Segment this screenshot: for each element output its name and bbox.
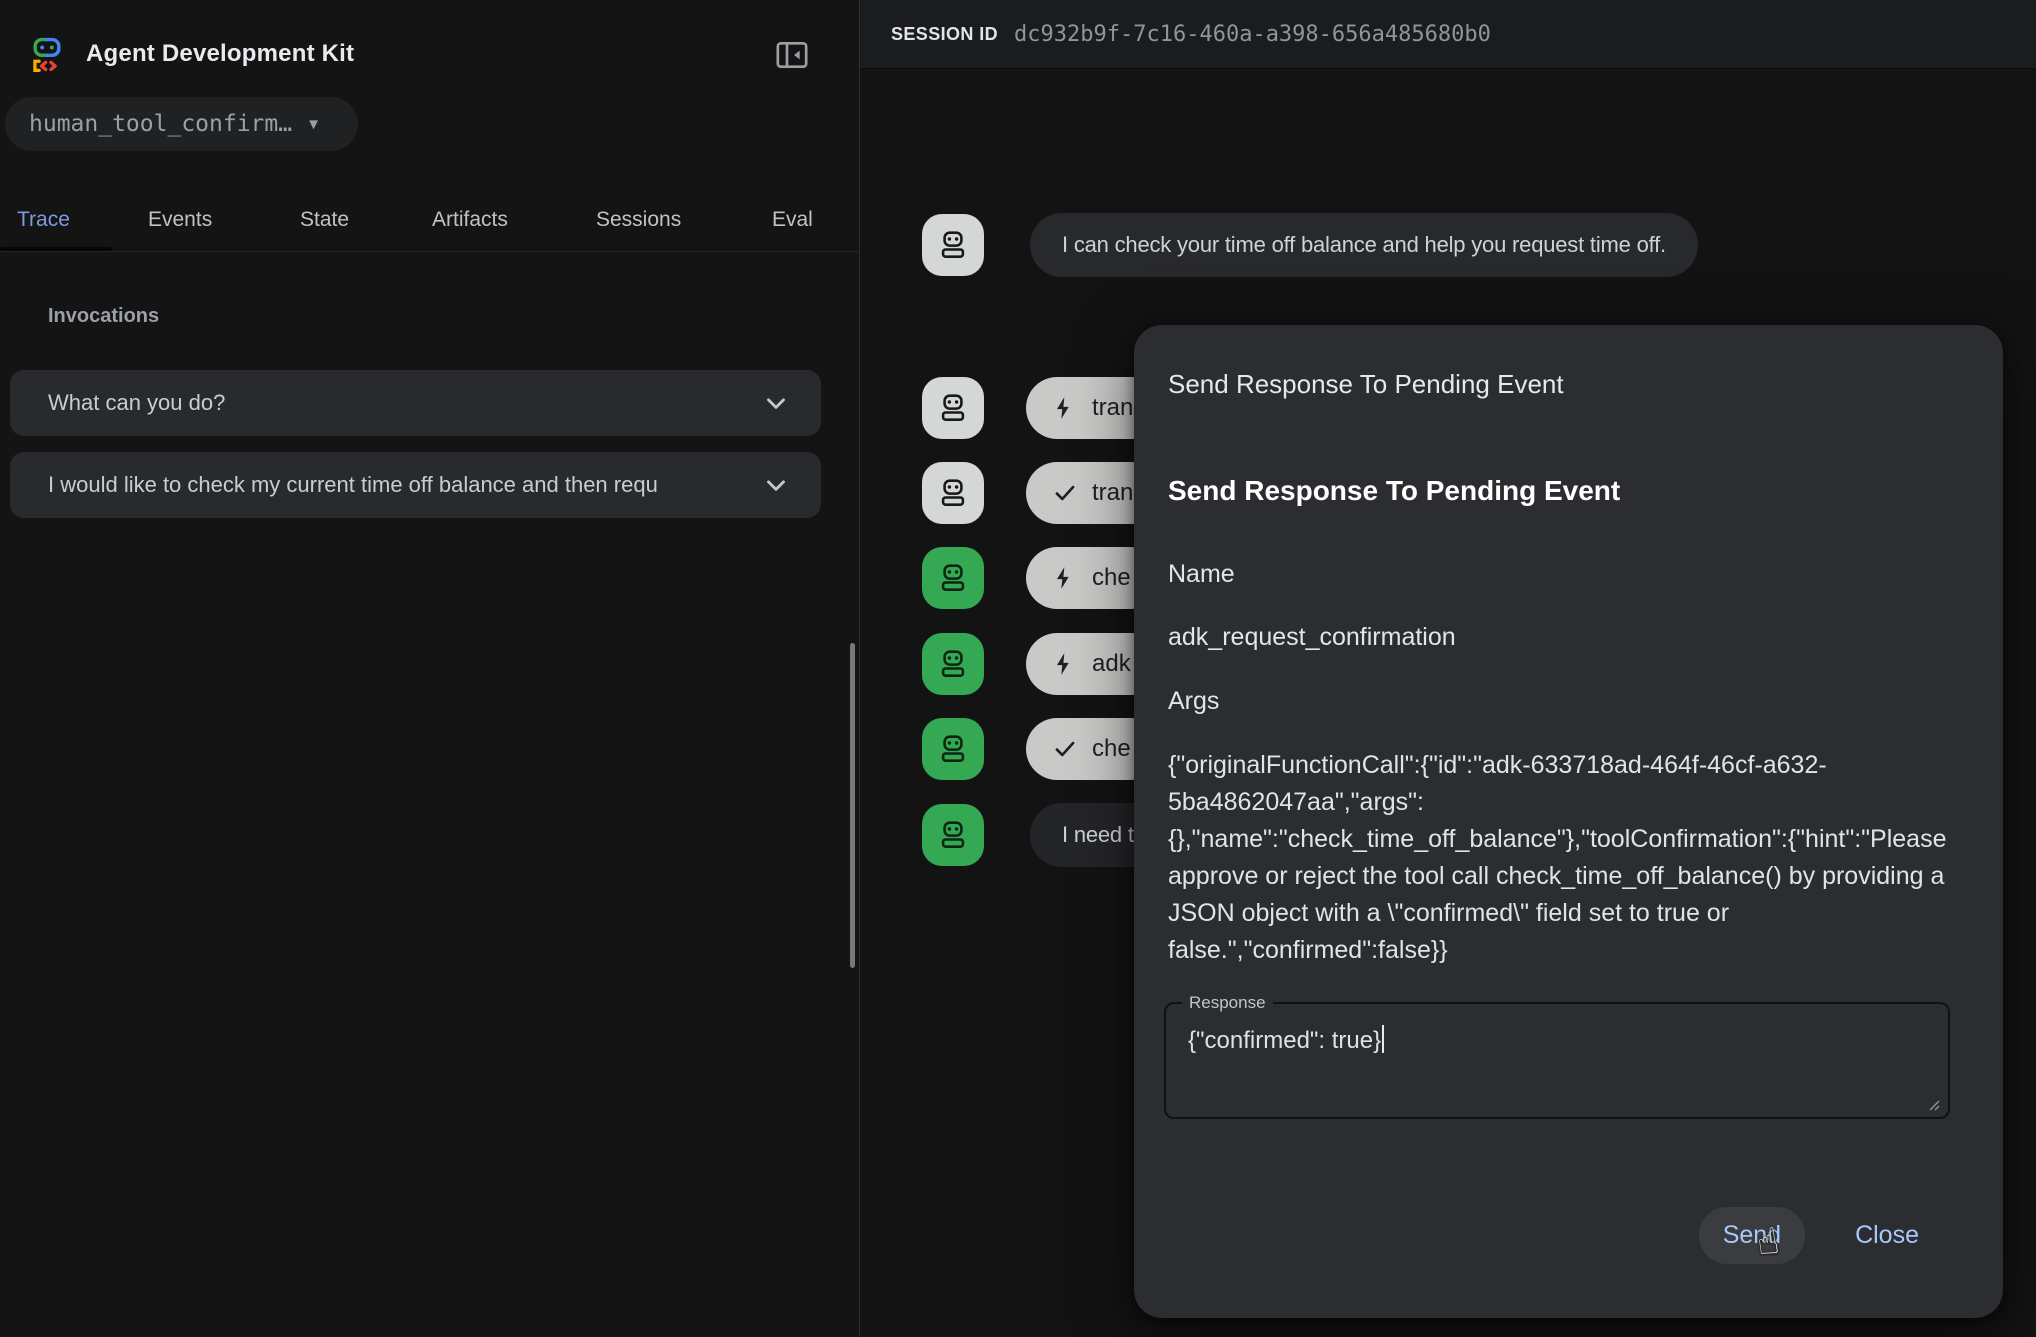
sidebar: Agent Development Kit human_tool_confirm… [0,0,859,1337]
name-value: adk_request_confirmation [1168,623,1456,652]
function-call-label: adk [1092,650,1131,678]
tab-sessions[interactable]: Sessions [596,208,681,232]
tabs-divider [0,251,859,252]
bolt-icon [1052,651,1078,677]
bot-avatar [922,633,984,695]
chat-message-row: I can check your time off balance and he… [922,213,1698,277]
chat-event-row: che [922,718,1161,780]
chat-event-row: tran [922,462,1163,524]
adk-web-app: Agent Development Kit human_tool_confirm… [0,0,2036,1337]
close-button[interactable]: Close [1831,1207,1943,1264]
args-value: {"originalFunctionCall":{"id":"adk-63371… [1168,747,1960,969]
bolt-icon [1052,565,1078,591]
tab-events[interactable]: Events [148,208,212,232]
chat-event-row: adk [922,633,1161,695]
agent-selector-value: human_tool_confirm… [29,111,292,137]
collapse-panel-button[interactable] [770,34,814,78]
bot-avatar [922,718,984,780]
invocation-item[interactable]: What can you do? [10,370,821,436]
agent-selector-dropdown[interactable]: human_tool_confirm… ▼ [5,97,358,151]
text-caret [1382,1025,1384,1053]
check-icon [1052,480,1078,506]
dialog-heading: Send Response To Pending Event [1168,475,1620,507]
collapse-panel-icon [772,35,812,78]
chevron-down-icon[interactable] [761,388,791,423]
dialog-buttons: Send Close [1699,1207,1943,1264]
sidebar-scrollbar[interactable] [850,643,855,968]
check-icon [1052,736,1078,762]
response-field-value[interactable]: {"confirmed": true} [1188,1025,1384,1055]
args-label: Args [1168,687,1219,716]
send-button[interactable]: Send [1699,1207,1805,1264]
function-call-label: tran [1092,394,1133,422]
chat-message-row: I need t [922,803,1166,867]
bot-avatar [922,804,984,866]
agent-message-bubble: I can check your time off balance and he… [1030,213,1698,277]
bot-avatar [922,214,984,276]
adk-logo-icon [26,31,68,77]
function-call-label: che [1092,564,1131,592]
invocation-item[interactable]: I would like to check my current time of… [10,452,821,518]
invocations-heading: Invocations [48,305,159,328]
bot-avatar [922,377,984,439]
dropdown-arrow-icon: ▼ [306,116,321,133]
session-id-value: dc932b9f-7c16-460a-a398-656a485680b0 [1014,22,1491,47]
resize-handle-icon[interactable] [1926,1097,1940,1111]
tab-artifacts[interactable]: Artifacts [432,208,508,232]
bolt-icon [1052,395,1078,421]
bot-avatar [922,462,984,524]
name-label: Name [1168,560,1235,589]
invocation-text: I would like to check my current time of… [48,472,658,498]
tab-trace[interactable]: Trace [17,208,70,232]
chevron-down-icon[interactable] [761,470,791,505]
dialog-title: Send Response To Pending Event [1168,369,1564,400]
function-response-label: tran [1092,479,1133,507]
app-title: Agent Development Kit [86,40,354,68]
response-field-label: Response [1182,993,1273,1013]
send-response-dialog: Send Response To Pending Event Send Resp… [1134,325,2003,1318]
chat-event-row: tran [922,377,1163,439]
tab-eval[interactable]: Eval [772,208,813,232]
session-id-label: SESSION ID [891,24,998,45]
session-bar: SESSION ID dc932b9f-7c16-460a-a398-656a4… [860,0,2036,69]
response-field[interactable]: Response {"confirmed": true} [1164,993,1950,1119]
bot-avatar [922,547,984,609]
sidebar-header: Agent Development Kit [26,28,836,80]
chat-event-row: che [922,547,1161,609]
sidebar-tabs: Trace Events State Artifacts Sessions Ev… [0,190,859,262]
invocation-text: What can you do? [48,390,225,416]
tab-state[interactable]: State [300,208,349,232]
function-response-label: che [1092,735,1131,763]
